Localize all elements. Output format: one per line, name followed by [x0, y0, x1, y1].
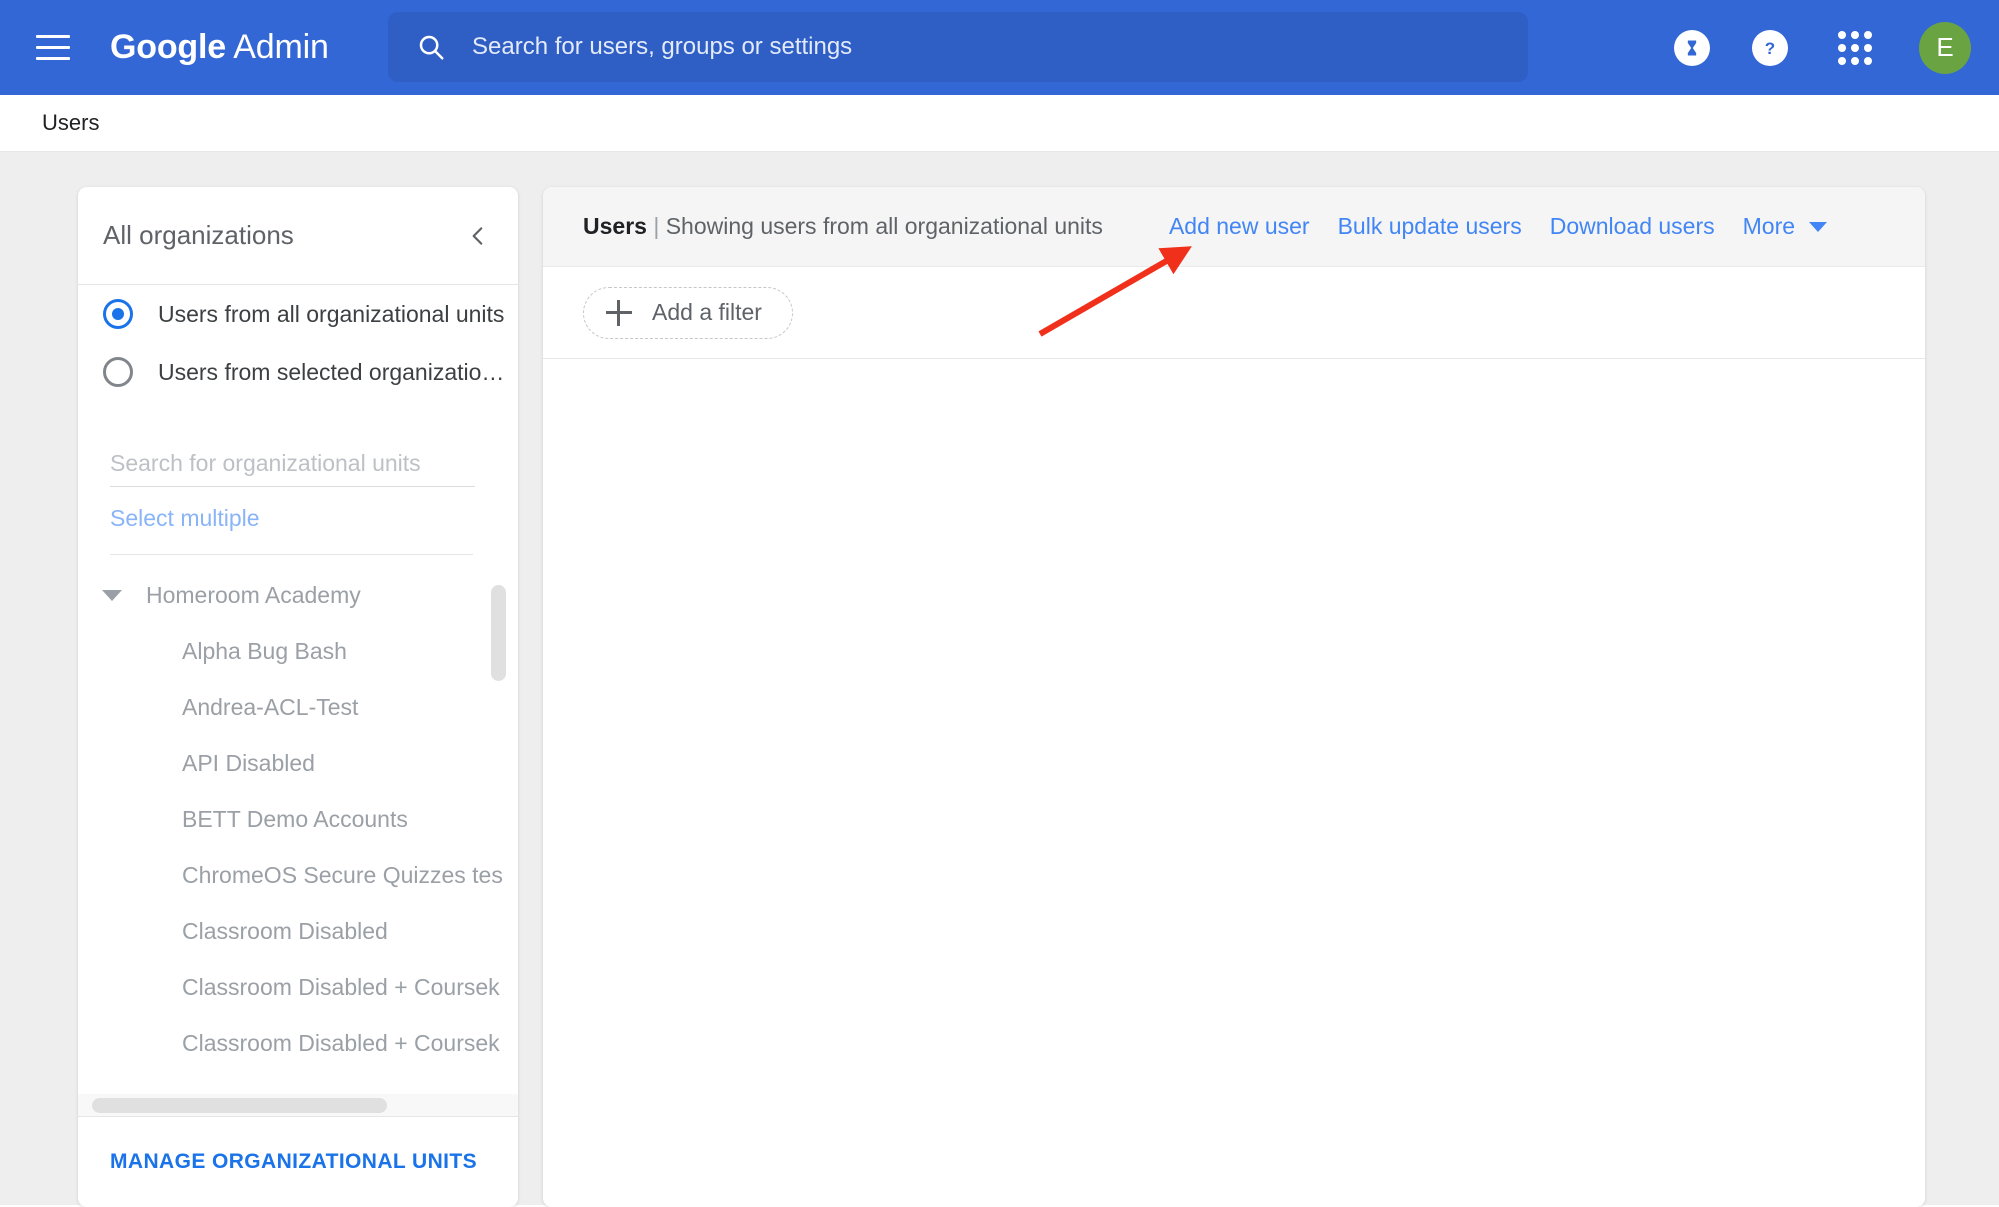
more-label: More: [1742, 213, 1796, 239]
users-results-area: [543, 359, 1925, 1206]
title-separator: |: [653, 213, 660, 239]
chevron-left-icon[interactable]: [450, 208, 506, 264]
select-multiple-link[interactable]: Select multiple: [110, 505, 260, 532]
bulk-update-users-link[interactable]: Bulk update users: [1324, 213, 1536, 240]
org-unit-item[interactable]: Classroom Disabled: [78, 903, 518, 959]
search-input[interactable]: [472, 33, 1508, 61]
org-unit-item[interactable]: Classroom Disabled + Coursek: [78, 1015, 518, 1054]
apps-slot: [1809, 30, 1901, 65]
org-unit-tree: Homeroom Academy Alpha Bug Bash Andrea-A…: [78, 567, 518, 1053]
help-slot: ?: [1731, 29, 1809, 66]
org-unit-label: Alpha Bug Bash: [182, 637, 347, 664]
org-unit-item[interactable]: BETT Demo Accounts: [78, 791, 518, 847]
brand-google: Google: [110, 28, 226, 66]
add-a-filter-button[interactable]: Add a filter: [583, 286, 793, 339]
hamburger-bar: [36, 46, 70, 49]
page-body: All organizations Users from all organiz…: [0, 152, 1999, 1207]
org-unit-search-input[interactable]: [110, 441, 475, 487]
question-mark-glyph: ?: [1765, 39, 1775, 58]
radio-indicator-unselected[interactable]: [103, 357, 133, 387]
horizontal-scrollbar[interactable]: [78, 1094, 518, 1116]
more-actions-button[interactable]: More: [1729, 213, 1841, 240]
appbar-right-actions: ? E: [1653, 0, 1999, 95]
download-users-link[interactable]: Download users: [1536, 213, 1729, 240]
divider: [110, 554, 473, 555]
users-toolbar: Users | Showing users from all organizat…: [543, 187, 1925, 267]
avatar[interactable]: E: [1919, 21, 1971, 74]
help-question-icon[interactable]: ?: [1752, 29, 1788, 66]
users-title-strong: Users: [583, 213, 647, 239]
org-unit-label: Classroom Disabled: [182, 917, 388, 944]
organizations-panel-footer: MANAGE ORGANIZATIONAL UNITS: [78, 1116, 518, 1207]
org-unit-item[interactable]: Classroom Disabled + Coursek: [78, 959, 518, 1015]
filter-bar: Add a filter: [543, 267, 1925, 359]
organizations-panel-title: All organizations: [103, 220, 294, 250]
users-toolbar-title: Users | Showing users from all organizat…: [583, 213, 1103, 240]
brand-admin: Admin: [233, 28, 329, 66]
users-toolbar-actions: Add new user Bulk update users Download …: [1155, 213, 1841, 240]
org-unit-item[interactable]: ChromeOS Secure Quizzes tes: [78, 847, 518, 903]
org-unit-item[interactable]: Alpha Bug Bash: [78, 623, 518, 679]
brand-logo[interactable]: Google Admin: [110, 28, 329, 67]
breadcrumb: Users: [0, 95, 1999, 152]
plus-icon: [606, 299, 632, 326]
radio-indicator-selected[interactable]: [103, 299, 133, 329]
org-unit-label: ChromeOS Secure Quizzes tes: [182, 861, 503, 888]
chevron-down-icon: [1809, 221, 1828, 232]
hamburger-bar: [36, 35, 70, 38]
apps-grid-icon[interactable]: [1838, 30, 1872, 65]
organizations-panel: All organizations Users from all organiz…: [78, 187, 518, 1207]
radio-selected-org-units[interactable]: Users from selected organizational...: [78, 343, 518, 401]
org-unit-label: BETT Demo Accounts: [182, 805, 408, 832]
organizations-panel-header: All organizations: [78, 187, 518, 285]
hamburger-menu-icon[interactable]: [36, 27, 78, 69]
users-title-description: Showing users from all organizational un…: [665, 213, 1103, 239]
org-unit-label: API Disabled: [182, 749, 315, 776]
global-search-box[interactable]: [388, 12, 1528, 82]
hourglass-glyph: [1687, 40, 1697, 55]
org-unit-label: Homeroom Academy: [146, 581, 361, 608]
radio-selected-org-units-label: Users from selected organizational...: [158, 358, 513, 385]
org-unit-label: Andrea-ACL-Test: [182, 693, 359, 720]
breadcrumb-current: Users: [42, 110, 100, 135]
horizontal-scrollbar-thumb[interactable]: [92, 1098, 387, 1113]
add-a-filter-label: Add a filter: [652, 299, 762, 325]
org-unit-item[interactable]: Andrea-ACL-Test: [78, 679, 518, 735]
hamburger-bar: [36, 57, 70, 60]
users-card: Users | Showing users from all organizat…: [543, 187, 1925, 1207]
hourglass-icon[interactable]: [1674, 29, 1710, 66]
triangle-down-icon[interactable]: [102, 589, 122, 601]
svg-text:?: ?: [1765, 39, 1775, 58]
manage-organizational-units-button[interactable]: MANAGE ORGANIZATIONAL UNITS: [110, 1150, 477, 1174]
top-app-bar: Google Admin ?: [0, 0, 1999, 95]
radio-all-org-units-label: Users from all organizational units: [158, 300, 505, 327]
org-unit-label: Classroom Disabled + Coursek: [182, 1029, 500, 1054]
vertical-scrollbar-thumb[interactable]: [491, 585, 506, 681]
org-unit-root-item[interactable]: Homeroom Academy: [78, 567, 518, 623]
org-unit-item[interactable]: API Disabled: [78, 735, 518, 791]
search-icon: [419, 35, 444, 60]
radio-all-org-units[interactable]: Users from all organizational units: [78, 285, 518, 343]
org-unit-label: Classroom Disabled + Coursek: [182, 973, 500, 1000]
chevron-left-glyph: [472, 226, 483, 245]
trial-status-slot: [1653, 29, 1731, 66]
add-new-user-link[interactable]: Add new user: [1155, 213, 1324, 240]
